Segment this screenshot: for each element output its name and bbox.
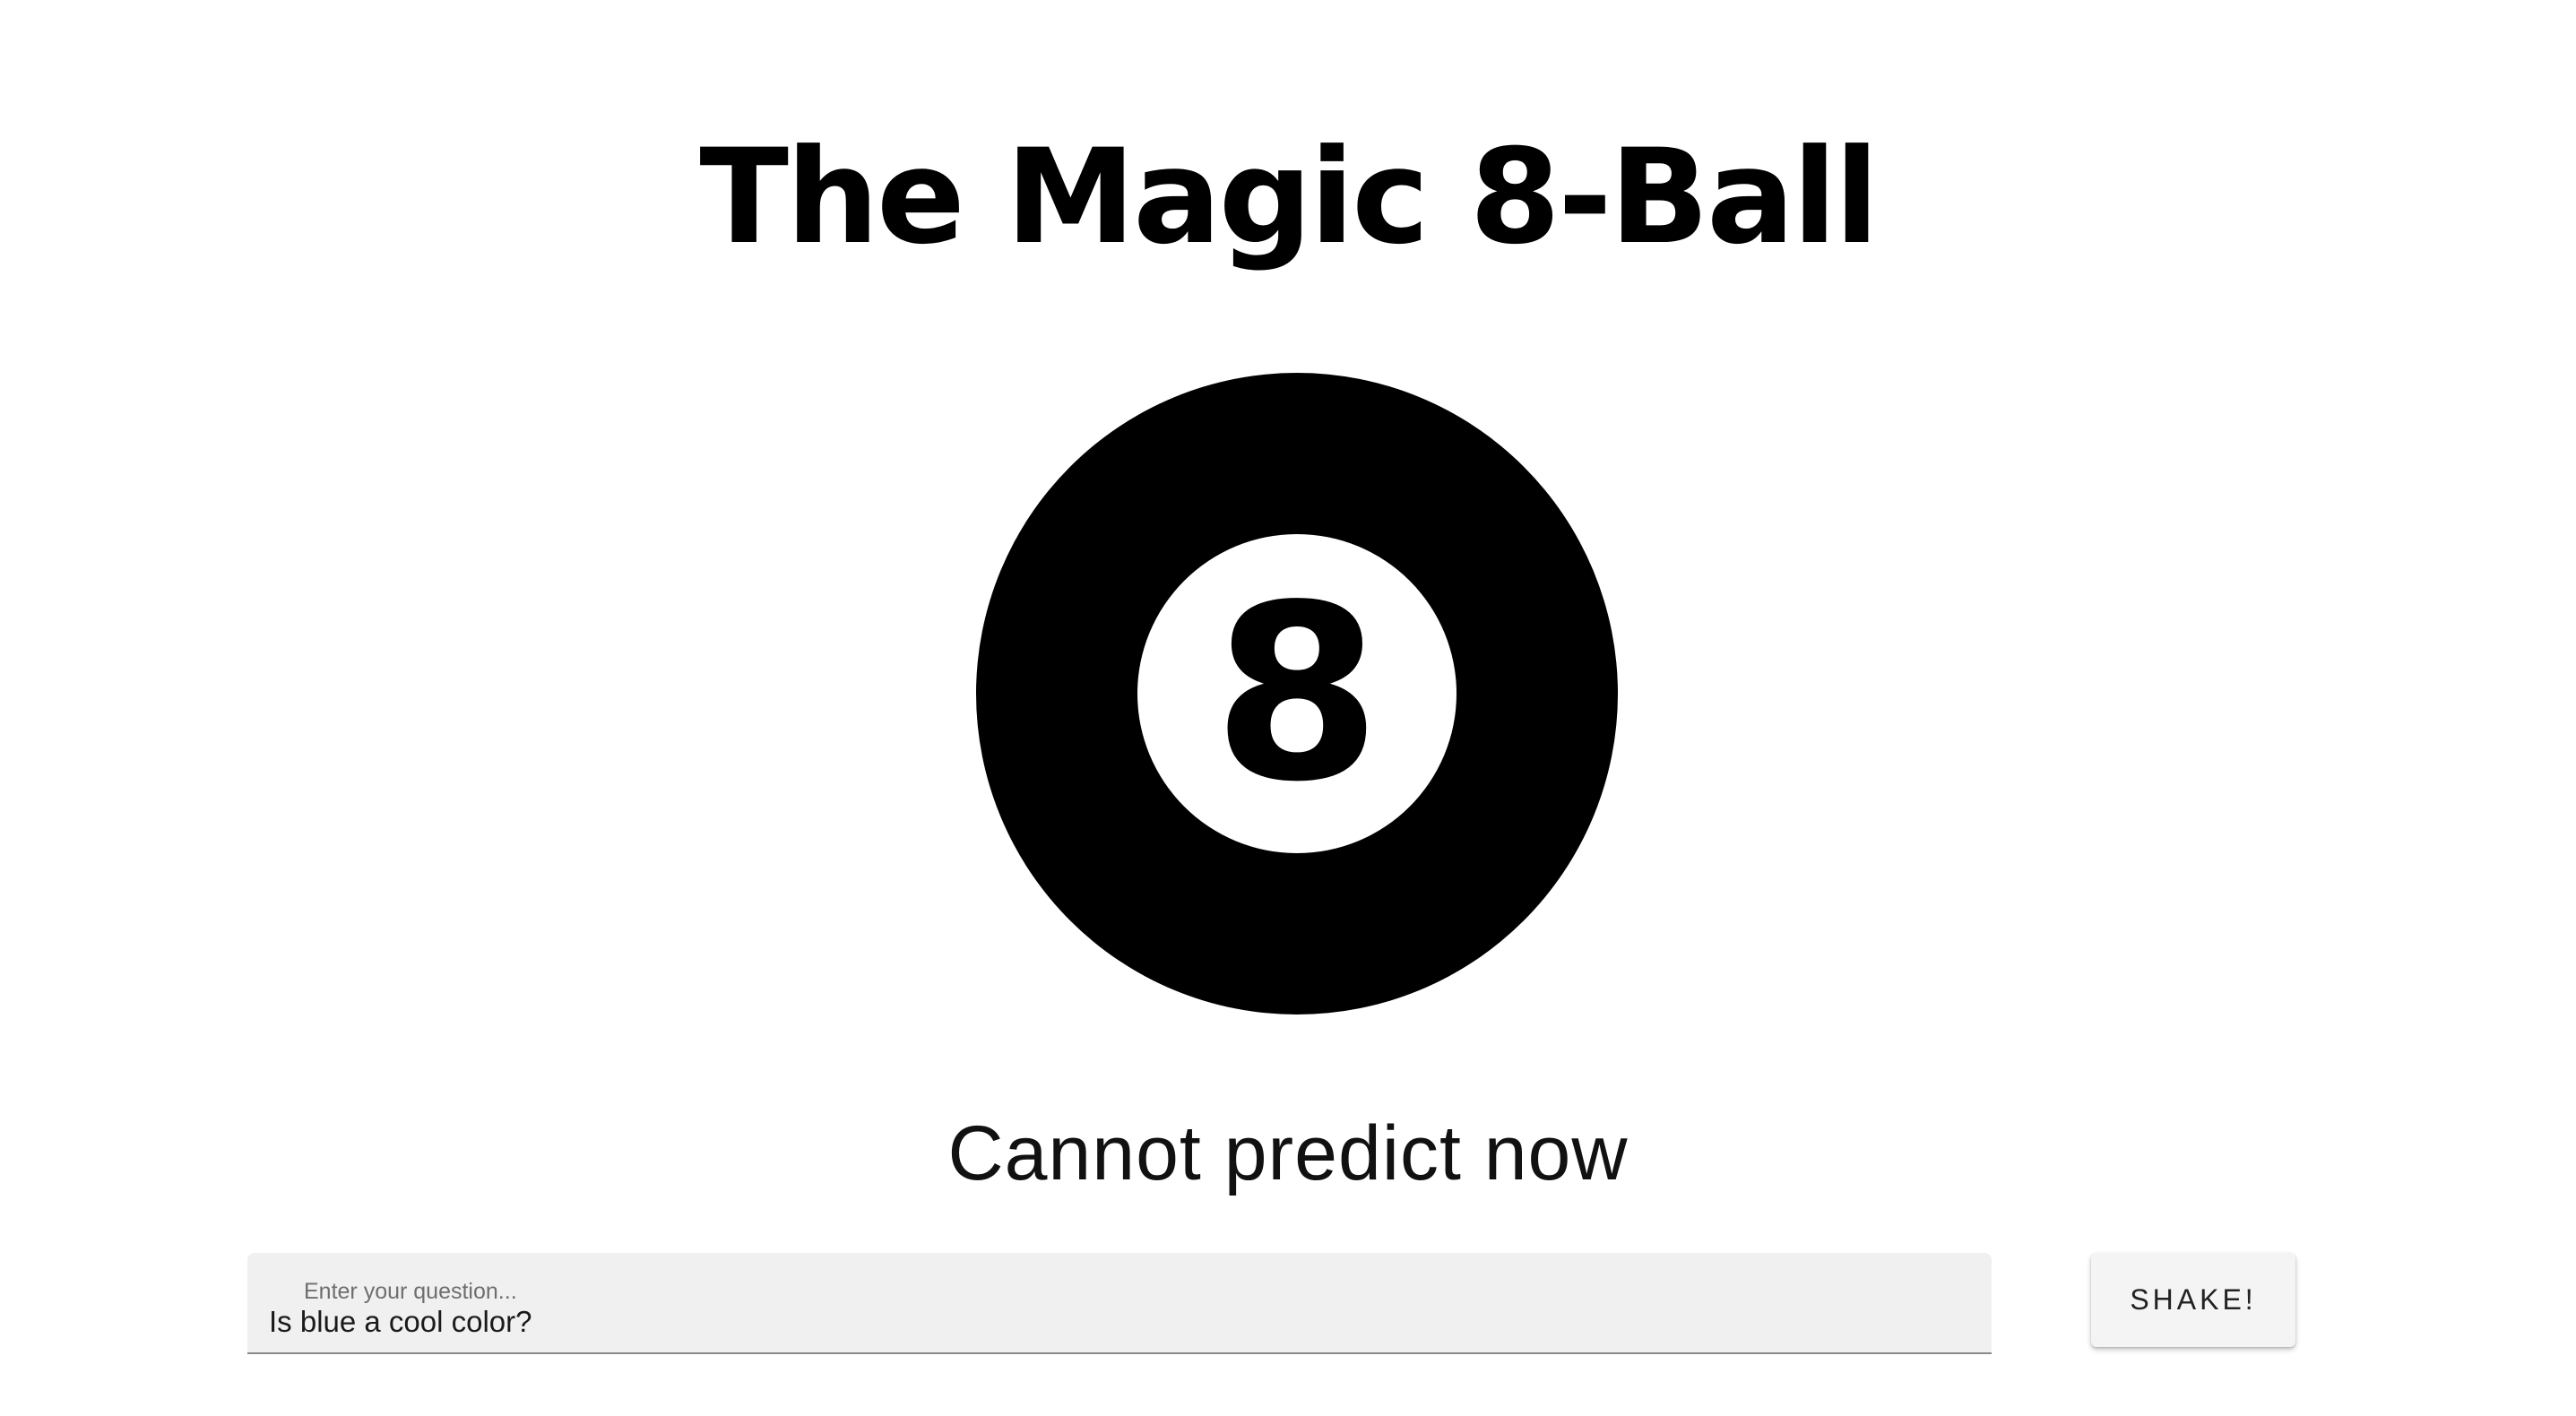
page-title: The Magic 8-Ball [699,121,1879,273]
question-field[interactable]: Enter your question... [247,1253,1992,1354]
shake-button[interactable]: SHAKE! [2091,1253,2295,1347]
answer-text: Cannot predict now [947,1110,1629,1196]
magic-8-ball[interactable]: 8 [974,371,1620,1016]
magic-8-ball-icon: 8 [976,373,1618,1015]
ball-number: 8 [1213,553,1381,835]
question-input[interactable] [269,1301,1954,1343]
